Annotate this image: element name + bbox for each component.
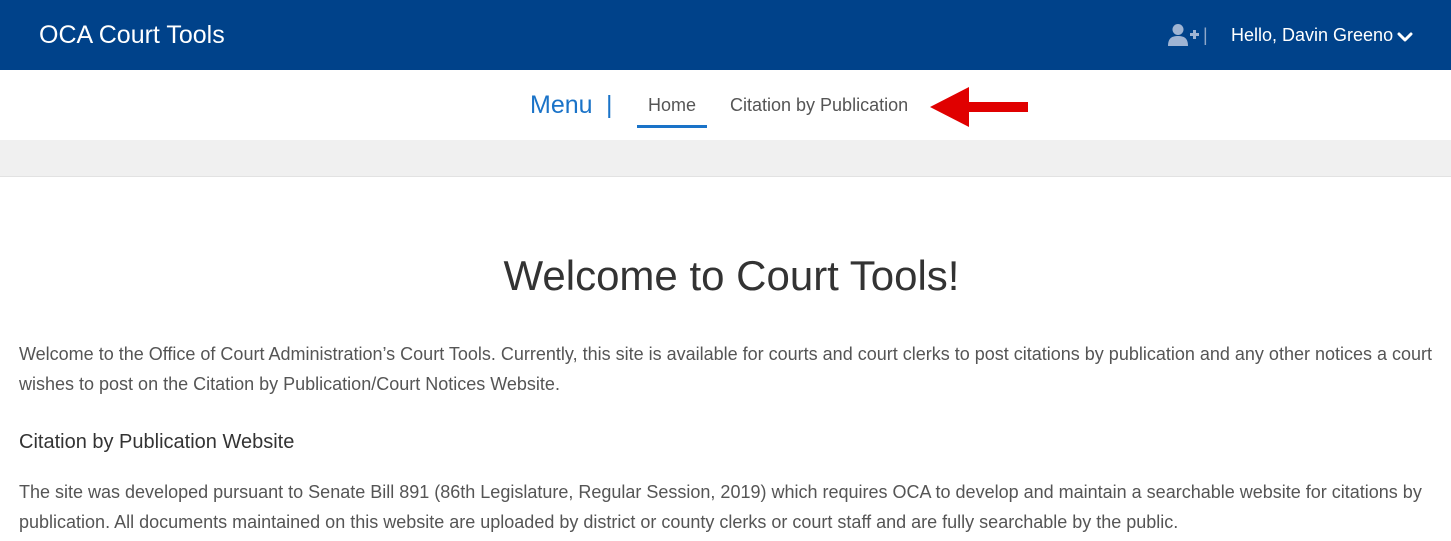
red-arrow-icon (930, 87, 1028, 127)
top-header: OCA Court Tools | Hello, Davin Greeno (0, 0, 1451, 70)
menu-label: Menu (530, 91, 593, 119)
page-title: Welcome to Court Tools! (503, 252, 960, 299)
section-paragraph: The site was developed pursuant to Senat… (19, 482, 1422, 532)
subheader-band (0, 140, 1451, 177)
brand-link[interactable]: OCA Court Tools (39, 19, 225, 51)
intro-paragraph: Welcome to the Office of Court Administr… (19, 344, 1433, 394)
nav-item-home[interactable]: Home (648, 94, 696, 116)
user-menu-dropdown[interactable]: Hello, Davin Greeno (1231, 23, 1413, 47)
user-greeting: Hello, Davin Greeno (1231, 25, 1394, 45)
section-heading: Citation by Publication Website (19, 431, 295, 453)
main-nav: Menu | Home Citation by Publication (0, 70, 1451, 140)
chevron-down-icon (1397, 32, 1413, 42)
nav-item-citation-by-publication[interactable]: Citation by Publication (730, 94, 908, 116)
active-tab-indicator (637, 125, 707, 128)
header-separator: | (1203, 25, 1208, 45)
user-plus-icon[interactable] (1168, 23, 1200, 47)
menu-separator: | (606, 91, 613, 119)
